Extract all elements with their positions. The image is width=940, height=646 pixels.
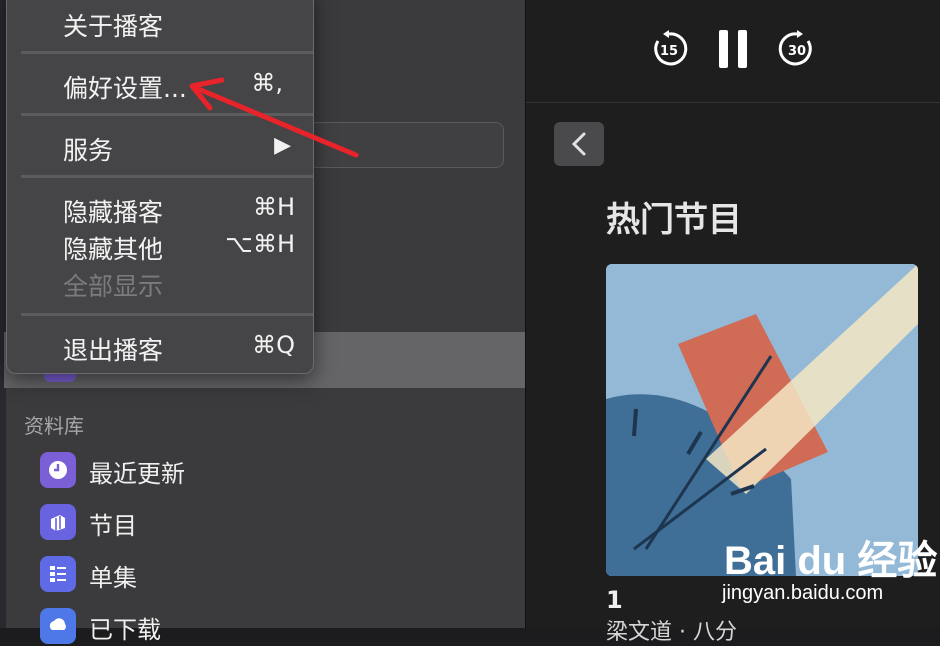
- watermark-brand: Bai du 经验: [724, 539, 938, 583]
- pause-icon: [719, 30, 747, 68]
- skip-back-button[interactable]: 15: [650, 30, 688, 68]
- skip-back-icon: 15: [654, 30, 688, 66]
- skip-back-seconds: 15: [660, 44, 678, 59]
- episode-number: 1: [606, 586, 623, 614]
- section-title: 热门节目: [606, 200, 742, 240]
- chevron-left-icon: [571, 132, 586, 156]
- skip-forward-button[interactable]: 30: [778, 30, 816, 68]
- player-divider: [526, 102, 940, 103]
- skip-forward-seconds: 30: [788, 44, 806, 59]
- watermark: Bai du 经验 jingyan.baidu.com: [718, 528, 938, 612]
- skip-forward-icon: 30: [778, 30, 812, 66]
- pause-button[interactable]: [716, 28, 750, 70]
- back-button[interactable]: [554, 122, 604, 166]
- episode-subtitle: 梁文道 · 八分: [606, 620, 737, 645]
- watermark-url: jingyan.baidu.com: [722, 582, 884, 604]
